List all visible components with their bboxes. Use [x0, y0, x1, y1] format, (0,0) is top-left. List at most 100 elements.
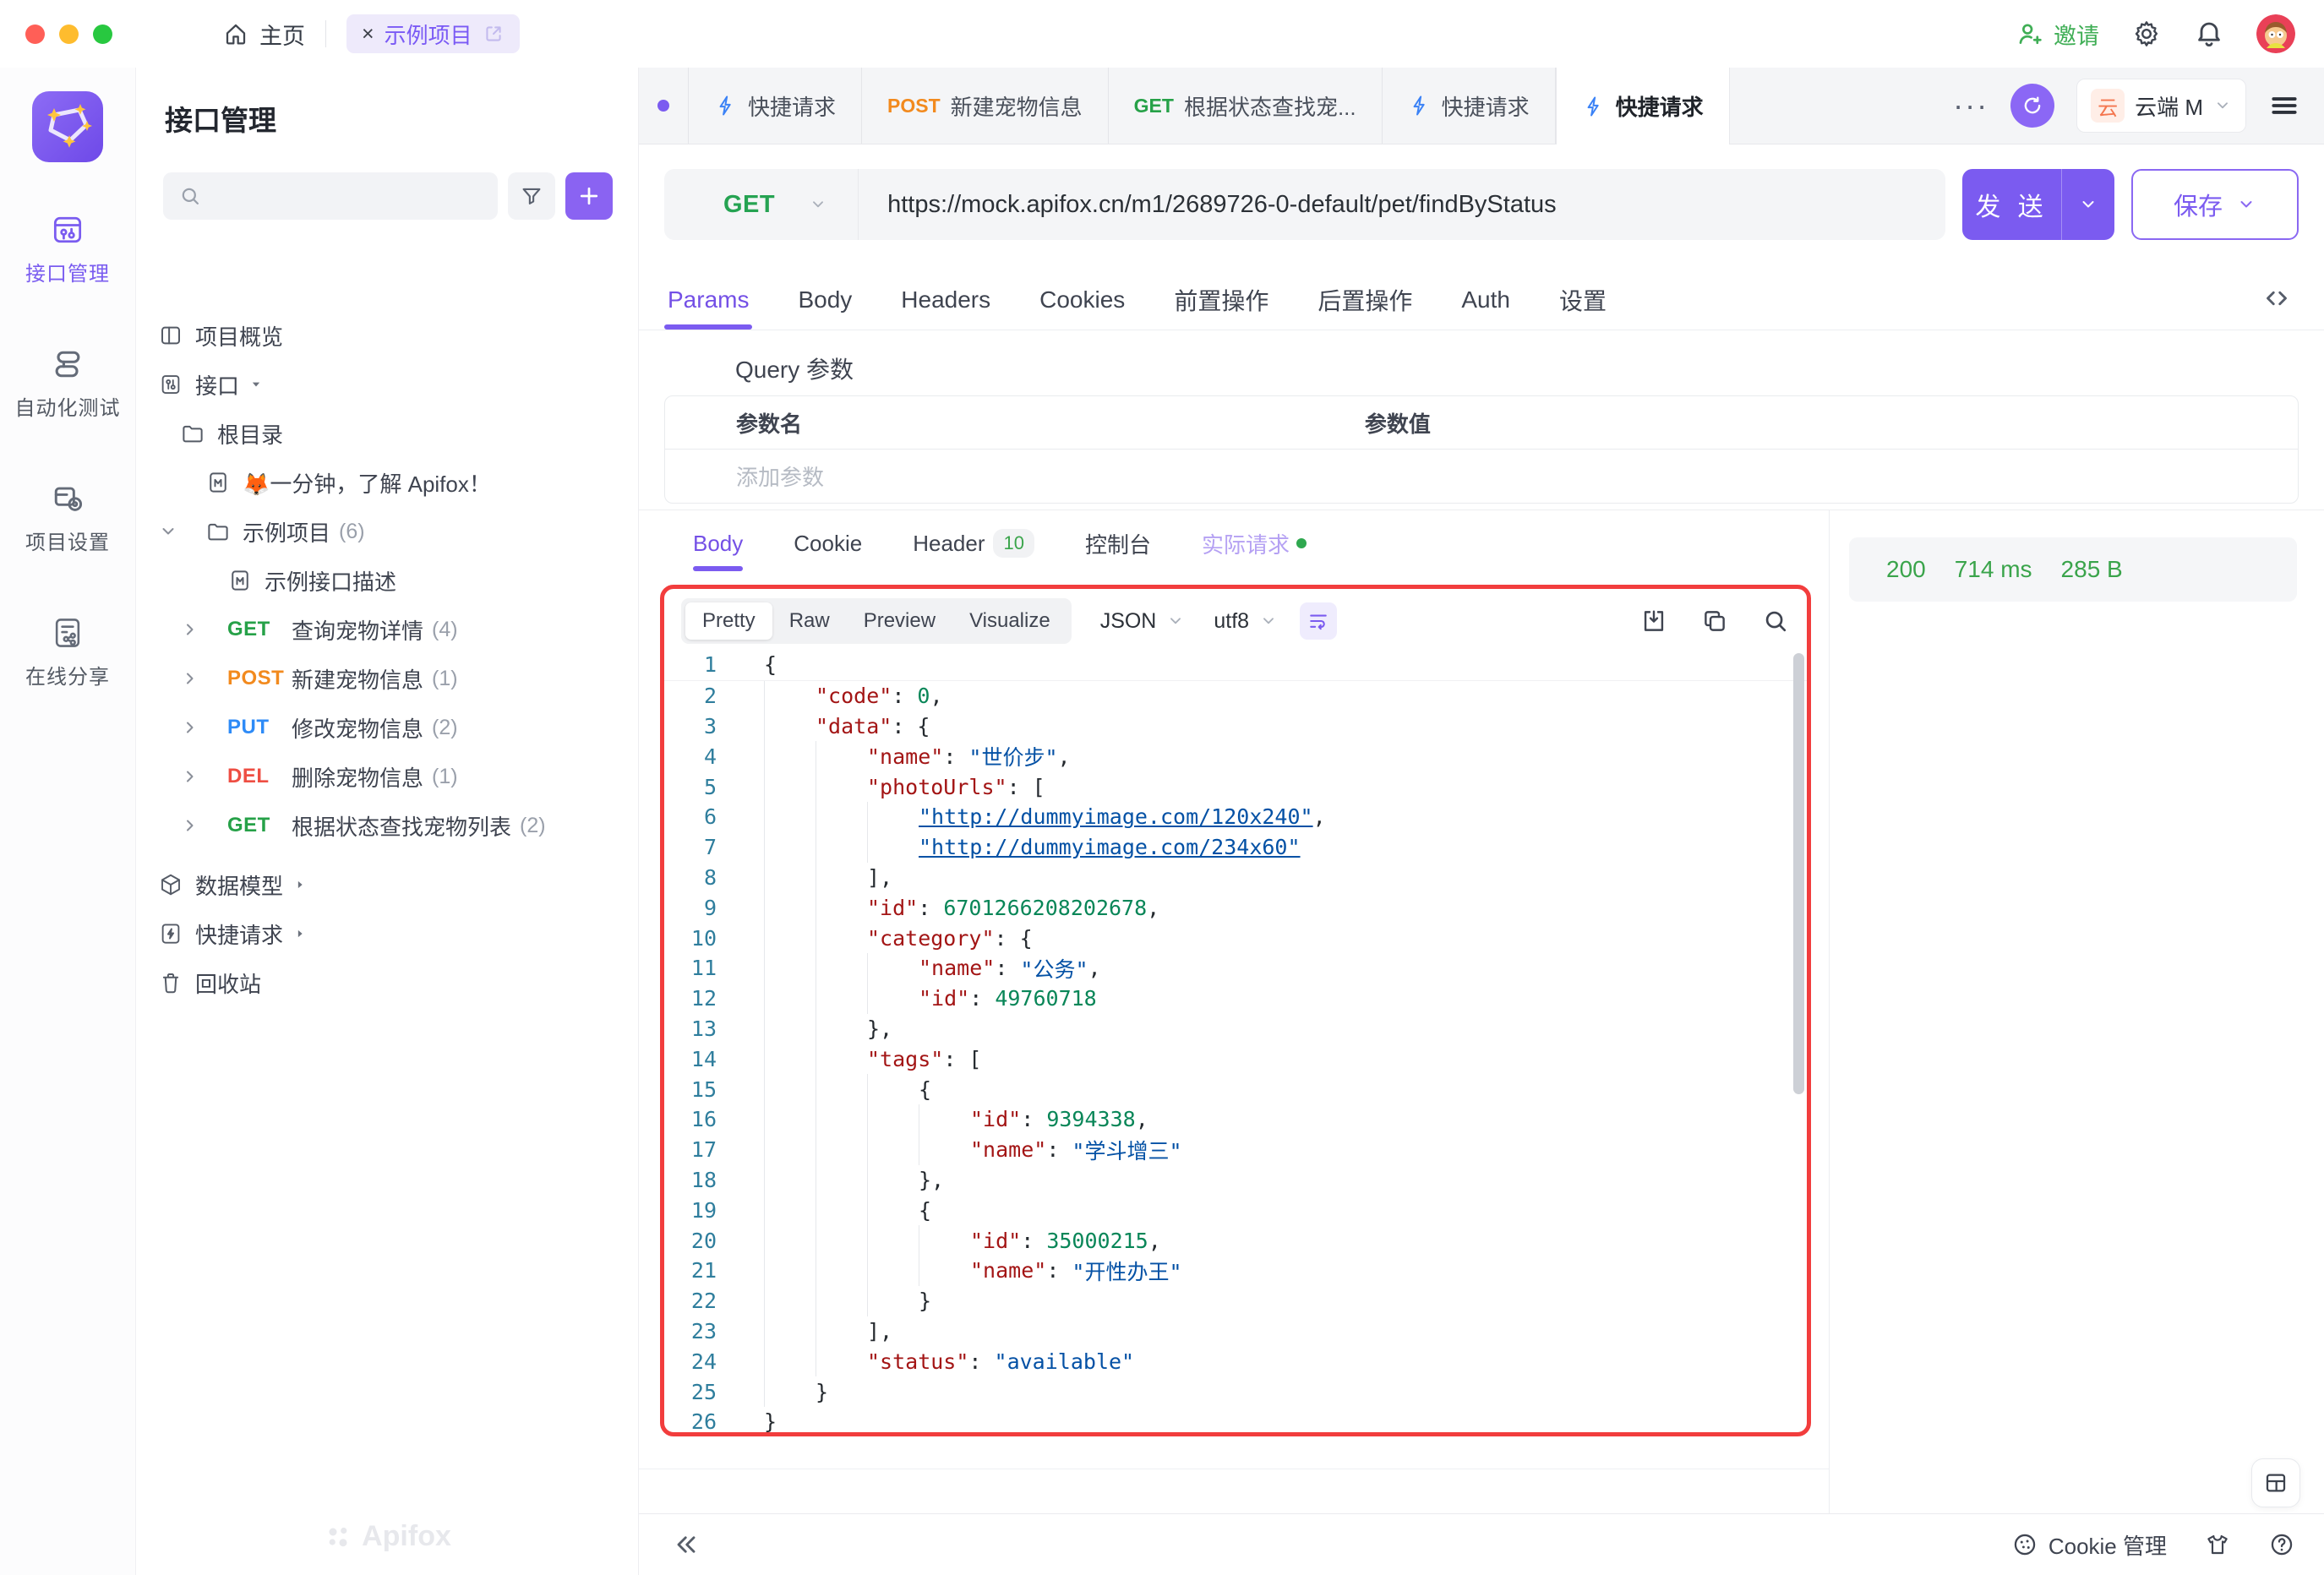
tree-item[interactable]: 接口: [136, 360, 638, 409]
response-tab-Body[interactable]: Body: [693, 515, 743, 571]
encoding-select[interactable]: utf8: [1214, 609, 1278, 634]
tab-后置操作[interactable]: 后置操作: [1316, 270, 1414, 330]
copy-icon[interactable]: [1700, 607, 1729, 635]
request-tab[interactable]: 快捷请求: [1383, 68, 1556, 144]
rail-item-online-share[interactable]: 在线分享: [15, 614, 121, 689]
send-button[interactable]: 发 送: [1962, 169, 2114, 240]
save-button[interactable]: 保存: [2131, 169, 2299, 240]
method-badge: GET: [227, 618, 292, 641]
url-input[interactable]: https://mock.apifox.cn/m1/2689726-0-defa…: [859, 191, 1557, 219]
notifications-bell-icon[interactable]: [2194, 19, 2224, 49]
cookie-manager-button[interactable]: Cookie 管理: [2011, 1529, 2167, 1561]
theme-tshirt-icon[interactable]: [2204, 1531, 2231, 1558]
tree-chevron-icon: [158, 521, 178, 542]
tab-auth[interactable]: Auth: [1459, 270, 1512, 330]
sync-button[interactable]: [2010, 84, 2054, 128]
tree-item[interactable]: PUT 修改宠物信息(2): [136, 703, 638, 752]
code-line: 3"data": {: [664, 711, 1807, 742]
editor-scrollbar[interactable]: [1793, 653, 1804, 1094]
view-raw[interactable]: Raw: [772, 602, 847, 640]
code-line: 10"category": {: [664, 923, 1807, 953]
tree-item[interactable]: 根目录: [136, 409, 638, 458]
json-editor[interactable]: 1{ 2"code": 0, 3"data": { 4"name": "世价步"…: [664, 650, 1807, 1436]
more-tabs-button[interactable]: ···: [1953, 90, 1988, 121]
rail-item-project-settings[interactable]: 项目设置: [15, 480, 121, 555]
tree-item[interactable]: DEL 删除宠物信息(1): [136, 752, 638, 801]
response-status: 200 714 ms 285 B: [1849, 537, 2297, 602]
search-input[interactable]: [163, 172, 498, 220]
request-tab[interactable]: 快捷请求: [1556, 68, 1730, 144]
tab-前置操作[interactable]: 前置操作: [1172, 270, 1270, 330]
save-label: 保存: [2174, 187, 2223, 222]
line-number: 2: [664, 684, 735, 708]
tree-item[interactable]: 快捷请求: [136, 909, 638, 958]
response-tab-Cookie[interactable]: Cookie: [794, 515, 862, 571]
code-line: 18},: [664, 1165, 1807, 1196]
tab-设置[interactable]: 设置: [1558, 270, 1608, 330]
filter-button[interactable]: [508, 172, 555, 220]
tree-item[interactable]: 回收站: [136, 958, 638, 1007]
tree-item[interactable]: POST 新建宠物信息(1): [136, 654, 638, 703]
apifox-logo: [32, 91, 103, 162]
request-tab[interactable]: GET根据状态查找宠...: [1109, 68, 1383, 144]
avatar[interactable]: [2256, 14, 2295, 53]
tab-body[interactable]: Body: [796, 270, 854, 330]
add-button[interactable]: [565, 172, 613, 220]
code-view-icon[interactable]: [2261, 283, 2292, 313]
close-tab-icon[interactable]: ×: [362, 22, 374, 46]
chevron-down-icon: [809, 195, 827, 214]
tree-item[interactable]: 数据模型: [136, 860, 638, 909]
chevron-down-icon: [1166, 612, 1185, 630]
rail-item-api-management[interactable]: 接口管理: [15, 211, 121, 286]
maximize-window-button[interactable]: [93, 25, 112, 44]
add-param-row[interactable]: 添加参数: [665, 450, 2298, 503]
invite-button[interactable]: 邀请: [2016, 18, 2099, 51]
doc-icon: [205, 470, 231, 495]
layout-toggle-button[interactable]: [2251, 1458, 2300, 1507]
request-tab[interactable]: POST新建宠物信息: [862, 68, 1109, 144]
view-preview[interactable]: Preview: [847, 602, 952, 640]
method-select[interactable]: GET: [664, 169, 859, 240]
environment-select[interactable]: 云 云端 M: [2076, 79, 2246, 133]
tree-item[interactable]: 项目概览: [136, 311, 638, 360]
menu-hamburger-icon[interactable]: [2268, 90, 2300, 122]
response-tab-Header[interactable]: Header 10: [913, 515, 1034, 571]
view-pretty[interactable]: Pretty: [685, 602, 772, 640]
external-link-icon[interactable]: [483, 23, 505, 45]
tree-item[interactable]: 示例项目(6): [136, 507, 638, 556]
view-visualize[interactable]: Visualize: [952, 602, 1067, 640]
line-number: 4: [664, 744, 735, 769]
response-tab-实际请求[interactable]: 实际请求: [1202, 515, 1307, 571]
folder-icon: [205, 519, 231, 544]
close-window-button[interactable]: [25, 25, 45, 44]
tree-item[interactable]: GET 查询宠物详情(4): [136, 605, 638, 654]
request-tab-partial[interactable]: [639, 68, 689, 144]
home-label: 主页: [259, 18, 305, 51]
home-tab[interactable]: 主页: [222, 18, 305, 51]
format-select[interactable]: JSON: [1100, 609, 1186, 634]
minimize-window-button[interactable]: [59, 25, 79, 44]
code-line: 2"code": 0,: [664, 681, 1807, 711]
word-wrap-button[interactable]: [1300, 602, 1337, 640]
tab-headers[interactable]: Headers: [899, 270, 992, 330]
tree-item[interactable]: 示例接口描述: [136, 556, 638, 605]
help-icon[interactable]: [2268, 1531, 2295, 1558]
search-code-icon[interactable]: [1761, 607, 1790, 635]
collapse-sidebar-icon[interactable]: [671, 1529, 701, 1560]
settings-gear-icon[interactable]: [2131, 19, 2162, 49]
project-tab[interactable]: × 示例项目: [346, 14, 520, 53]
code-line: 24"status": "available": [664, 1346, 1807, 1376]
request-tab[interactable]: 快捷请求: [689, 68, 862, 144]
send-options-button[interactable]: [2061, 169, 2114, 240]
download-icon[interactable]: [1639, 607, 1668, 635]
right-pane-divider[interactable]: [1829, 510, 1830, 1514]
tab-params[interactable]: Params: [666, 270, 750, 330]
tab-cookies[interactable]: Cookies: [1038, 270, 1127, 330]
code-line: 23],: [664, 1316, 1807, 1347]
item-count: (6): [339, 520, 365, 544]
app-window: 主页 × 示例项目 邀请: [0, 0, 2324, 1575]
rail-item-automated-testing[interactable]: 自动化测试: [15, 346, 121, 421]
tree-item[interactable]: 🦊一分钟，了解 Apifox！: [136, 458, 638, 507]
tree-item[interactable]: GET 根据状态查找宠物列表(2): [136, 801, 638, 850]
response-tab-控制台[interactable]: 控制台: [1085, 515, 1151, 571]
